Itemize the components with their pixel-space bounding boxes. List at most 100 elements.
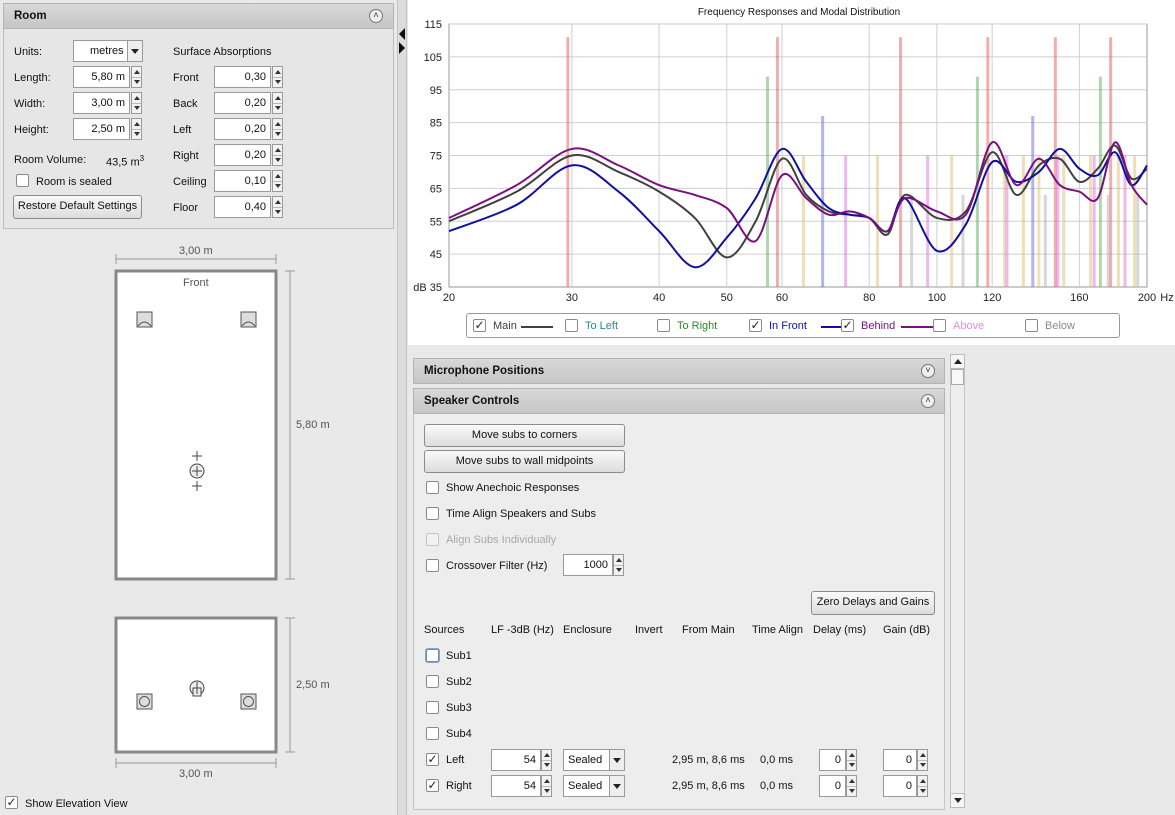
legend-label-below: Below [1045,320,1075,332]
units-value: metres [90,45,124,57]
splitter[interactable] [397,0,407,815]
legend-checkbox-above[interactable] [933,319,946,332]
y-tick-label: 65 [430,183,442,195]
sub-checkbox-sub3[interactable] [426,701,439,714]
y-tick-label: 95 [430,85,442,97]
source-checkbox-right[interactable]: ✓ [426,779,439,792]
column-header: Invert [635,624,663,636]
speaker-left-icon[interactable] [136,311,153,328]
elevation-speaker-right-icon[interactable] [240,693,257,710]
source-checkbox-left[interactable]: ✓ [426,753,439,766]
mic-positions-header[interactable]: Microphone Positions [413,358,945,384]
legend-line-swatch [521,326,553,328]
width-stepper[interactable] [131,92,142,114]
mode-bar-magenta [1056,155,1060,287]
absorption-field-right[interactable]: 0,20 [214,144,271,166]
legend-checkbox-to-right[interactable] [657,319,670,332]
delay-stepper-right[interactable] [846,775,857,797]
height-field[interactable]: 2,50 m [73,118,130,140]
absorption-stepper-ceiling[interactable] [272,170,283,192]
absorption-stepper-floor[interactable] [272,196,283,218]
absorption-field-left[interactable]: 0,20 [214,118,271,140]
scroll-up-icon[interactable] [950,354,965,369]
anechoic-checkbox[interactable] [426,481,439,494]
units-select[interactable]: metres [73,40,143,62]
mic-positions-expand-icon[interactable]: ˅ [921,364,935,378]
mode-bar-tan [1062,155,1066,287]
align-subs-label: Align Subs Individually [446,534,557,546]
legend-checkbox-in-front[interactable]: ✓ [749,319,762,332]
sub-checkbox-sub1[interactable] [426,649,439,662]
absorption-field-ceiling[interactable]: 0,10 [214,170,271,192]
legend-line-swatch [901,326,933,328]
crossover-checkbox[interactable] [426,559,439,572]
crossover-field[interactable]: 1000 [563,554,613,576]
absorption-field-back[interactable]: 0,20 [214,92,271,114]
length-stepper[interactable] [131,66,142,88]
length-field[interactable]: 5,80 m [73,66,130,88]
show-elevation-checkbox[interactable]: ✓ [5,796,18,809]
elevation-speaker-left-icon[interactable] [136,693,153,710]
room-panel-header[interactable]: Room [3,3,394,29]
legend-checkbox-below[interactable] [1025,319,1038,332]
sub-label: Sub3 [446,702,472,714]
lf-field-left[interactable]: 54 [491,749,541,771]
gain-stepper-right[interactable] [917,775,928,797]
legend-checkbox-to-left[interactable] [565,319,578,332]
sub-checkbox-sub2[interactable] [426,675,439,688]
frequency-response-graph[interactable]: 115 105 95 85 75 65 55 45 dB 3520 30 40 50 60 80 100 12… [408,0,1175,310]
x-tick-label: 40 [653,292,665,304]
gain-stepper-left[interactable] [917,749,928,771]
gain-field-right[interactable]: 0 [883,775,917,797]
lf-stepper-left[interactable] [541,749,552,771]
absorption-label-right: Right [173,150,199,162]
anechoic-label: Show Anechoic Responses [446,482,580,494]
width-field[interactable]: 3,00 m [73,92,130,114]
move-subs-midpoints-button[interactable]: Move subs to wall midpoints [424,450,625,473]
speaker-right-icon[interactable] [240,311,257,328]
legend-checkbox-main[interactable]: ✓ [473,319,486,332]
absorption-stepper-front[interactable] [272,66,283,88]
restore-defaults-button[interactable]: Restore Default Settings [13,195,142,219]
volume-label: Room Volume: [14,154,87,166]
x-tick-label: 20 [443,292,455,304]
absorption-stepper-left[interactable] [272,118,283,140]
absorption-stepper-back[interactable] [272,92,283,114]
delay-stepper-left[interactable] [846,749,857,771]
room-collapse-icon[interactable]: ˄ [369,9,383,23]
time-align-checkbox[interactable] [426,507,439,520]
y-tick-label: 55 [430,216,442,228]
delay-field-right[interactable]: 0 [819,775,846,797]
crossover-stepper[interactable] [613,554,624,576]
mic-positions-title: Microphone Positions [424,365,545,377]
lf-stepper-right[interactable] [541,775,552,797]
sub-checkbox-sub4[interactable] [426,727,439,740]
lf-field-right[interactable]: 54 [491,775,541,797]
absorption-field-front[interactable]: 0,30 [214,66,271,88]
zero-delays-gains-button[interactable]: Zero Delays and Gains [811,591,935,615]
move-subs-corners-button[interactable]: Move subs to corners [424,424,625,447]
legend-checkbox-behind[interactable]: ✓ [841,319,854,332]
y-tick-label: 75 [430,151,442,163]
chevron-down-icon [127,41,142,61]
absorption-label-left: Left [173,124,192,136]
speaker-controls-header[interactable]: Speaker Controls [413,388,945,414]
mode-bar-magenta [844,155,848,287]
scroll-down-icon[interactable] [950,793,965,808]
room-sealed-checkbox[interactable] [16,174,29,187]
enclosure-select-right[interactable]: Sealed [563,775,625,797]
gain-field-left[interactable]: 0 [883,749,917,771]
column-header: Sources [424,624,465,636]
height-stepper[interactable] [131,118,142,140]
absorption-field-floor[interactable]: 0,40 [214,196,271,218]
speaker-controls-collapse-icon[interactable]: ˄ [921,394,935,408]
x-tick-label: 30 [566,292,578,304]
scrollbar[interactable] [950,354,965,808]
delay-field-left[interactable]: 0 [819,749,846,771]
absorption-stepper-right[interactable] [272,144,283,166]
scrollbar-thumb[interactable] [951,369,964,385]
column-header: LF -3dB (Hz) [491,624,554,636]
enclosure-select-left[interactable]: Sealed [563,749,625,771]
splitter-arrows-icon[interactable] [398,28,406,54]
chevron-down-icon [609,750,624,770]
